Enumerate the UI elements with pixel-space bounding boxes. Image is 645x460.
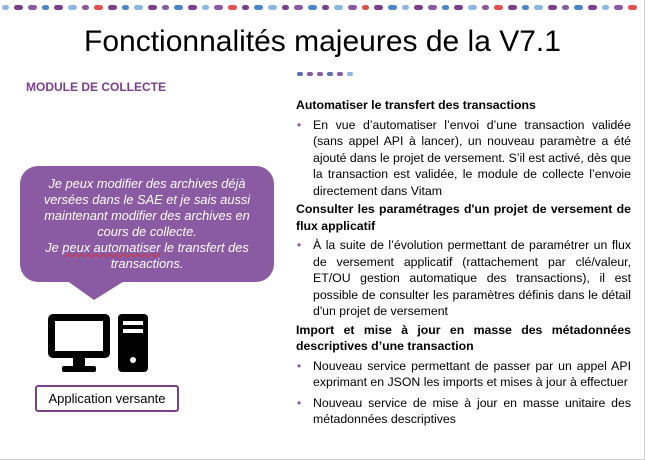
bullet-icon: • — [297, 395, 302, 410]
decorative-dot — [428, 5, 437, 10]
decorative-dot — [28, 5, 37, 10]
speech-bubble: Je peux modifier des archives déjà versé… — [20, 166, 274, 282]
decorative-dot — [442, 5, 449, 10]
decorative-dots-band — [2, 5, 637, 10]
list-item-text: À la suite de l’évolution permettant de … — [313, 238, 631, 318]
decorative-dot — [402, 5, 409, 10]
spellcheck-underlined-text: peux automatiser — [62, 240, 161, 255]
section-heading: Import et mise à jour en masse des métad… — [296, 322, 631, 354]
module-label: MODULE DE COLLECTE — [26, 80, 166, 94]
section-2: Consulter les paramétrages d'un projet d… — [296, 201, 631, 320]
decorative-dot — [94, 5, 103, 10]
bullet-icon: • — [297, 238, 302, 252]
decorative-dot — [228, 5, 237, 10]
decorative-dot — [242, 5, 249, 10]
slide-title: Fonctionnalités majeures de la V7.1 — [84, 25, 561, 58]
decorative-dot — [574, 5, 583, 10]
bullet-icon: • — [297, 117, 302, 132]
decorative-dot — [468, 5, 477, 10]
decorative-dot — [374, 5, 383, 10]
decorative-dot — [82, 5, 89, 10]
list-item-text: En vue d’automatiser l’envoi d’une trans… — [313, 117, 631, 198]
decorative-dot — [134, 5, 143, 10]
decorative-dot — [68, 5, 77, 10]
decorative-dot — [54, 5, 63, 10]
section-heading: Automatiser le transfert des transaction… — [296, 98, 536, 112]
decorative-dot — [122, 5, 129, 10]
decorative-dot — [174, 5, 183, 10]
decorative-dot — [534, 5, 543, 10]
bubble-text-2: Je peux automatiser le transfert des tra… — [32, 240, 262, 272]
section-heading: Consulter les paramétrages d'un projet d… — [296, 202, 631, 233]
decorative-dot — [188, 5, 197, 10]
decorative-dot — [282, 5, 289, 10]
decorative-dot — [562, 5, 569, 10]
decorative-dot — [588, 5, 597, 10]
bullet-icon: • — [297, 358, 302, 373]
list-item-text: Nouveau service de mise à jour en masse … — [313, 395, 631, 427]
section-1: Automatiser le transfert des transaction… — [296, 97, 631, 199]
decorative-dot — [162, 5, 169, 10]
decorative-dot — [108, 5, 117, 10]
list-item: • Nouveau service permettant de passer p… — [296, 358, 631, 391]
decorative-dot — [202, 5, 209, 10]
decorative-dot — [148, 5, 157, 10]
bubble-text-2a: Je — [45, 240, 63, 255]
decorative-dot — [628, 5, 637, 10]
decorative-dot — [614, 5, 623, 10]
decorative-dot — [548, 5, 557, 10]
content-column: Automatiser le transfert des transaction… — [296, 97, 631, 428]
decorative-dot — [348, 5, 357, 10]
decorative-dot — [42, 5, 49, 10]
application-versante-label: Application versante — [35, 385, 179, 412]
decorative-dot — [602, 5, 609, 10]
decorative-dot — [2, 5, 9, 10]
decorative-dot — [494, 5, 503, 10]
decorative-dot — [508, 5, 517, 10]
decorative-dot — [362, 5, 369, 10]
decorative-dots-title — [297, 72, 353, 76]
slide: Fonctionnalités majeures de la V7.1 MODU… — [0, 0, 645, 460]
decorative-dot — [522, 5, 529, 10]
decorative-dot — [388, 5, 397, 10]
computer-icon — [48, 314, 148, 372]
speech-bubble-tail — [66, 280, 126, 300]
list-item-text: Nouveau service permettant de passer par… — [313, 358, 631, 390]
decorative-dot — [294, 5, 303, 10]
decorative-dot — [214, 5, 223, 10]
bubble-text-1: Je peux modifier des archives déjà versé… — [43, 176, 251, 239]
decorative-dot — [482, 5, 489, 10]
list-item: • En vue d’automatiser l’envoi d’une tra… — [296, 117, 631, 200]
decorative-dot — [414, 5, 423, 10]
decorative-dot — [334, 5, 343, 10]
list-item: • Nouveau service de mise à jour en mass… — [296, 395, 631, 428]
decorative-dot — [254, 5, 263, 10]
list-item: • À la suite de l’évolution permettant d… — [296, 237, 631, 320]
decorative-dot — [322, 5, 329, 10]
section-3: Import et mise à jour en masse des métad… — [296, 322, 631, 428]
decorative-dot — [454, 5, 463, 10]
decorative-dot — [14, 5, 23, 10]
decorative-dot — [308, 5, 317, 10]
decorative-dot — [268, 5, 277, 10]
